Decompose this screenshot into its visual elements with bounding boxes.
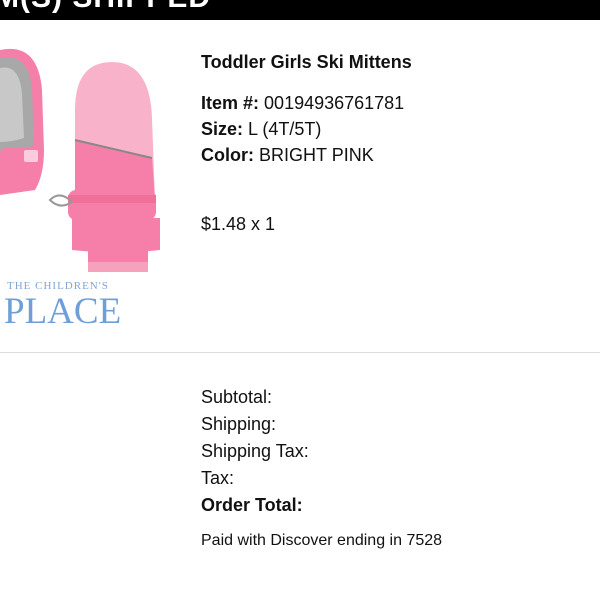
size-row: Size: L (4T/5T) (201, 119, 321, 140)
order-total-label: Order Total: (201, 495, 303, 515)
tax-label: Tax: (201, 468, 235, 488)
item-number-value: 00194936761781 (264, 93, 405, 113)
size-value: L (4T/5T) (248, 119, 322, 139)
item-number-label: Item #: (201, 93, 260, 113)
item-price: $1.48 x 1 (201, 214, 276, 234)
shipping-tax-label: Shipping Tax: (201, 441, 309, 461)
right-mitten-image (48, 62, 160, 272)
size-label: Size: (201, 119, 244, 139)
header-bar: M(S) SHIPPED (0, 0, 600, 20)
brand-logo-line2: PLACE (4, 291, 122, 332)
color-row: Color: BRIGHT PINK (201, 145, 374, 166)
item-title[interactable]: Toddler Girls Ski Mittens (201, 52, 412, 73)
shipped-heading: M(S) SHIPPED (0, 0, 211, 15)
subtotal-label: Subtotal: (201, 387, 273, 407)
section-divider (0, 352, 600, 353)
color-value: BRIGHT PINK (259, 145, 374, 165)
color-label: Color: (201, 145, 254, 165)
shipping-label: Shipping: (201, 414, 277, 434)
left-mitten-image (0, 48, 44, 195)
payment-info: Paid with Discover ending in 7528 (201, 532, 443, 549)
item-number-row: Item #: 00194936761781 (201, 93, 404, 114)
